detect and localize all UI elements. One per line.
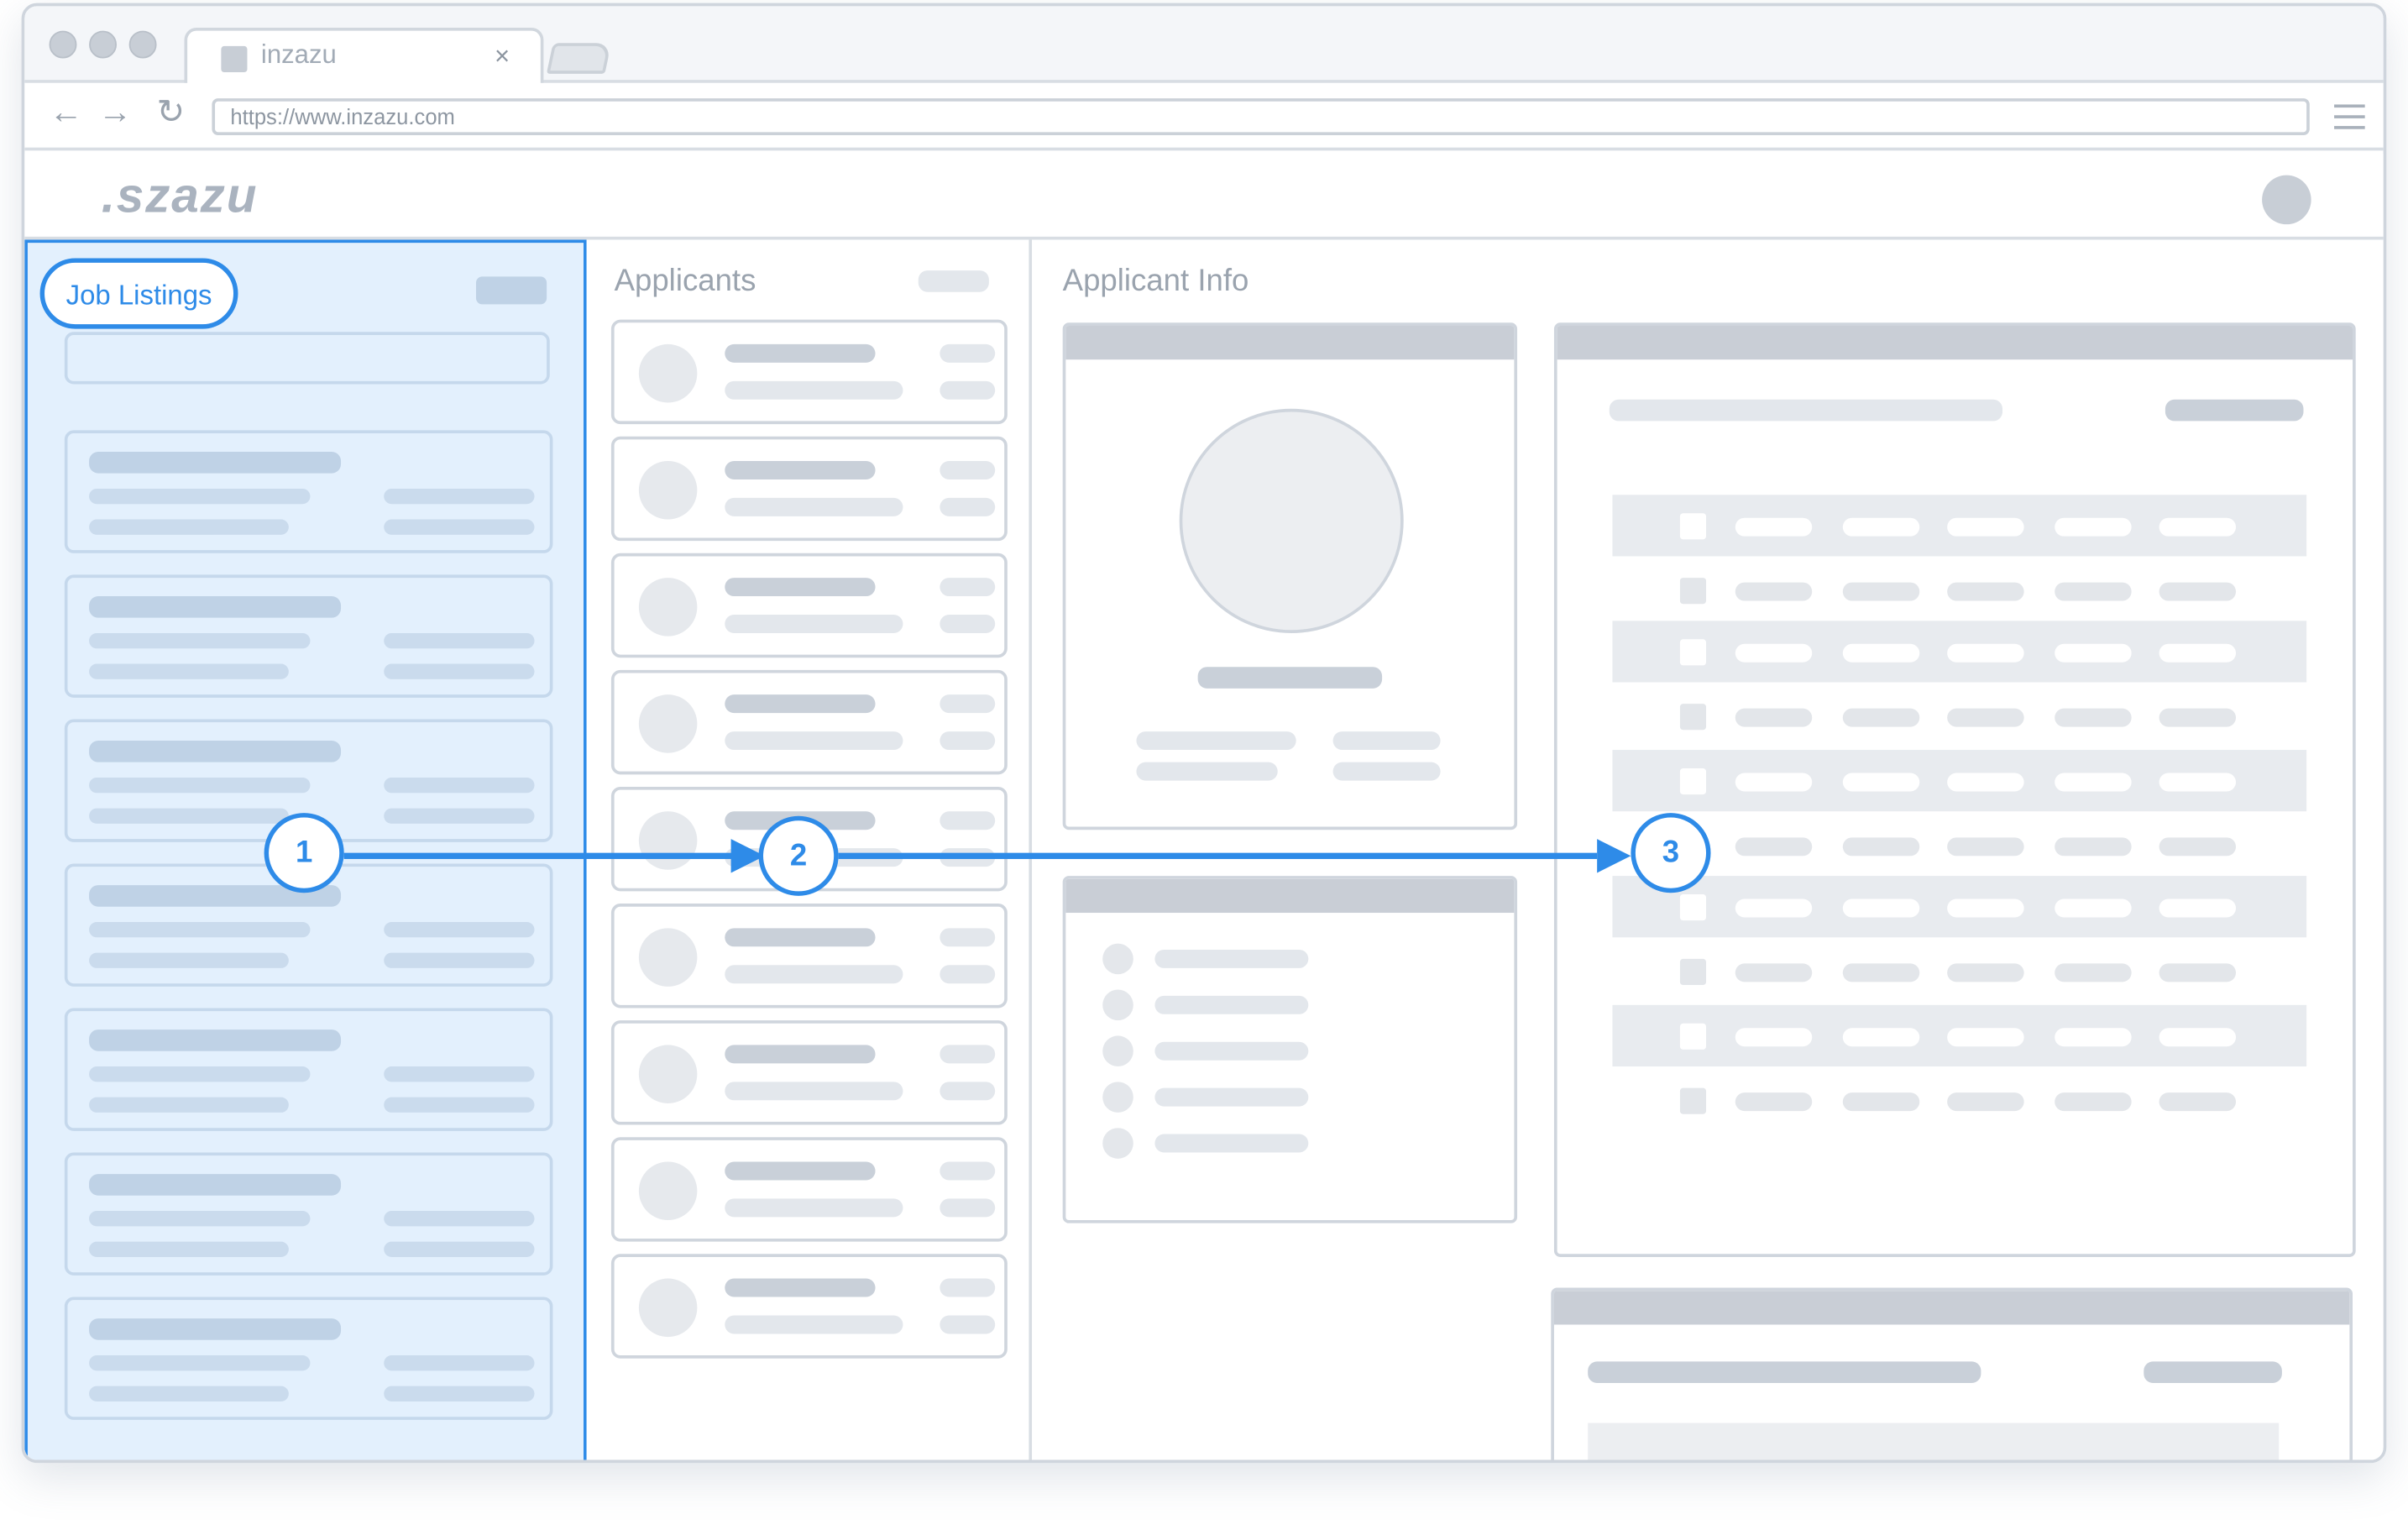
table-row[interactable] bbox=[1612, 815, 2306, 876]
back-arrow-icon[interactable]: ← bbox=[50, 95, 83, 128]
applicant-info-title: Applicant Info bbox=[1062, 264, 1249, 299]
table-row[interactable] bbox=[1612, 876, 2307, 938]
window-minimize-dot[interactable] bbox=[89, 30, 118, 59]
tab-title: inzazu bbox=[260, 39, 337, 70]
table-row[interactable] bbox=[1612, 750, 2307, 812]
reload-icon[interactable]: ↻ bbox=[157, 95, 186, 128]
notes-field[interactable] bbox=[1588, 1422, 2280, 1460]
table-row[interactable] bbox=[1612, 621, 2307, 683]
stage: inzazu × ← → ↻ https://www.inzazu.com .s… bbox=[0, 0, 2408, 1535]
step-1-badge: 1 bbox=[264, 813, 344, 893]
url-input[interactable]: https://www.inzazu.com bbox=[212, 98, 2310, 136]
nav-bar: ← → ↻ https://www.inzazu.com bbox=[24, 82, 2384, 151]
window-maximize-dot[interactable] bbox=[128, 30, 157, 59]
profile-photo bbox=[1179, 408, 1404, 633]
job-card[interactable] bbox=[64, 1152, 553, 1276]
job-search-input[interactable] bbox=[64, 332, 550, 385]
tab-strip: inzazu × bbox=[24, 6, 2384, 86]
table-row[interactable] bbox=[1612, 559, 2306, 621]
applicant-card[interactable] bbox=[610, 319, 1008, 425]
favicon-icon bbox=[221, 45, 248, 73]
avatar[interactable] bbox=[2262, 175, 2311, 225]
applicants-action[interactable] bbox=[918, 270, 989, 292]
job-listings-action[interactable] bbox=[475, 276, 547, 305]
browser-window: inzazu × ← → ↻ https://www.inzazu.com .s… bbox=[21, 3, 2387, 1464]
applicant-card[interactable] bbox=[610, 553, 1008, 658]
job-card[interactable] bbox=[64, 574, 553, 698]
applicants-title: Applicants bbox=[614, 264, 756, 299]
applicant-card[interactable] bbox=[610, 904, 1008, 1008]
applicant-card[interactable] bbox=[610, 1020, 1008, 1125]
browser-tab[interactable]: inzazu × bbox=[184, 27, 544, 86]
table-row[interactable] bbox=[1612, 1070, 2306, 1131]
tab-close-icon[interactable]: × bbox=[495, 41, 510, 72]
job-card[interactable] bbox=[64, 430, 553, 553]
job-listings-title[interactable]: Job Listings bbox=[39, 258, 238, 329]
applicant-card[interactable] bbox=[610, 436, 1008, 542]
flow-line-1-2 bbox=[343, 852, 744, 859]
table-row[interactable] bbox=[1612, 940, 2306, 1002]
table-row[interactable] bbox=[1612, 495, 2307, 557]
flow-line-2-3 bbox=[838, 852, 1598, 859]
applicant-card[interactable] bbox=[610, 1137, 1008, 1242]
job-card[interactable] bbox=[64, 1008, 553, 1131]
new-tab-button[interactable] bbox=[546, 43, 612, 74]
job-card[interactable] bbox=[64, 1297, 553, 1420]
window-close-dot[interactable] bbox=[49, 30, 77, 59]
table-row[interactable] bbox=[1612, 685, 2306, 747]
logo: .szazu bbox=[101, 167, 259, 223]
flow-arrow-icon bbox=[1597, 839, 1631, 873]
forward-arrow-icon[interactable]: → bbox=[98, 95, 132, 128]
menu-icon[interactable] bbox=[2334, 104, 2365, 136]
step-3-badge: 3 bbox=[1631, 813, 1711, 893]
step-2-badge: 2 bbox=[758, 815, 839, 896]
applicant-card[interactable] bbox=[610, 1254, 1008, 1359]
applicant-table-card bbox=[1553, 322, 2356, 1257]
details-card bbox=[1062, 876, 1518, 1223]
applicant-card[interactable] bbox=[610, 669, 1008, 775]
notes-card bbox=[1551, 1287, 2353, 1460]
app-header: .szazu bbox=[24, 154, 2384, 240]
table-row[interactable] bbox=[1612, 1004, 2307, 1067]
profile-card bbox=[1062, 322, 1518, 830]
